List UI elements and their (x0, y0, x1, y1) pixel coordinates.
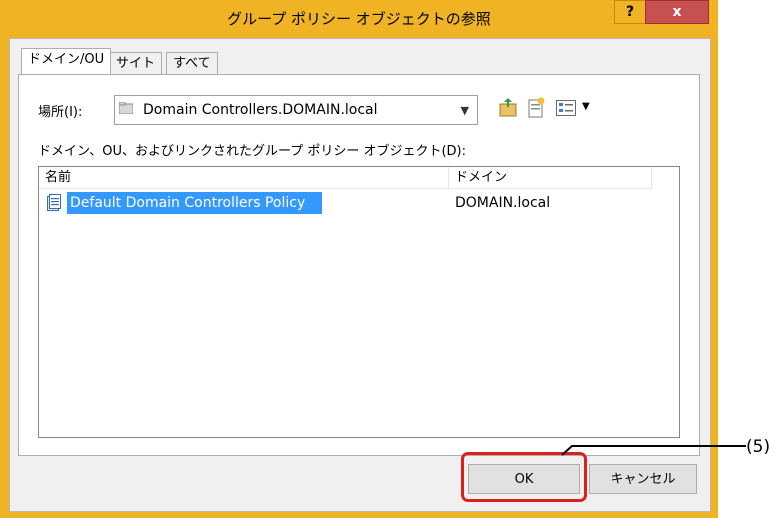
column-separator[interactable] (651, 167, 652, 189)
list-label: ドメイン、OU、およびリンクされたグループ ポリシー オブジェクト(D): (38, 144, 466, 159)
view-list-icon[interactable] (556, 100, 576, 116)
gpo-listview[interactable]: 名前 ドメイン Default Domain Controllers Polic… (38, 166, 680, 438)
gpo-name: Default Domain Controllers Policy (67, 192, 322, 214)
folder-icon (119, 102, 133, 114)
dialog-title: グループ ポリシー オブジェクトの参照 (227, 10, 491, 28)
ok-highlight-frame (461, 452, 587, 502)
location-label: 場所(I): (38, 105, 83, 120)
gpo-domain: DOMAIN.local (455, 195, 551, 211)
tab-domain-ou[interactable]: ドメイン/OU (21, 48, 112, 74)
tab-site[interactable]: サイト (109, 52, 163, 75)
list-item[interactable]: Default Domain Controllers Policy DOMAIN… (39, 191, 677, 215)
column-header-domain[interactable]: ドメイン (449, 167, 652, 189)
title-bar[interactable]: グループ ポリシー オブジェクトの参照 (0, 0, 718, 38)
up-folder-icon[interactable] (498, 98, 518, 118)
new-gpo-icon[interactable] (526, 97, 546, 119)
close-button[interactable]: x (645, 0, 709, 24)
location-combobox[interactable]: Domain Controllers.DOMAIN.local ▼ (114, 95, 478, 125)
callout-label: (5) (746, 437, 771, 457)
column-header-name[interactable]: 名前 (39, 167, 449, 189)
view-dropdown-icon[interactable]: ▼ (582, 101, 590, 112)
cancel-button[interactable]: キャンセル (589, 464, 697, 494)
tab-all[interactable]: すべて (166, 52, 218, 75)
help-button[interactable]: ? (614, 0, 646, 24)
gpo-icon (47, 194, 61, 211)
location-value: Domain Controllers.DOMAIN.local (143, 102, 378, 118)
chevron-down-icon[interactable]: ▼ (461, 104, 469, 117)
callout-leader-line (561, 445, 746, 456)
